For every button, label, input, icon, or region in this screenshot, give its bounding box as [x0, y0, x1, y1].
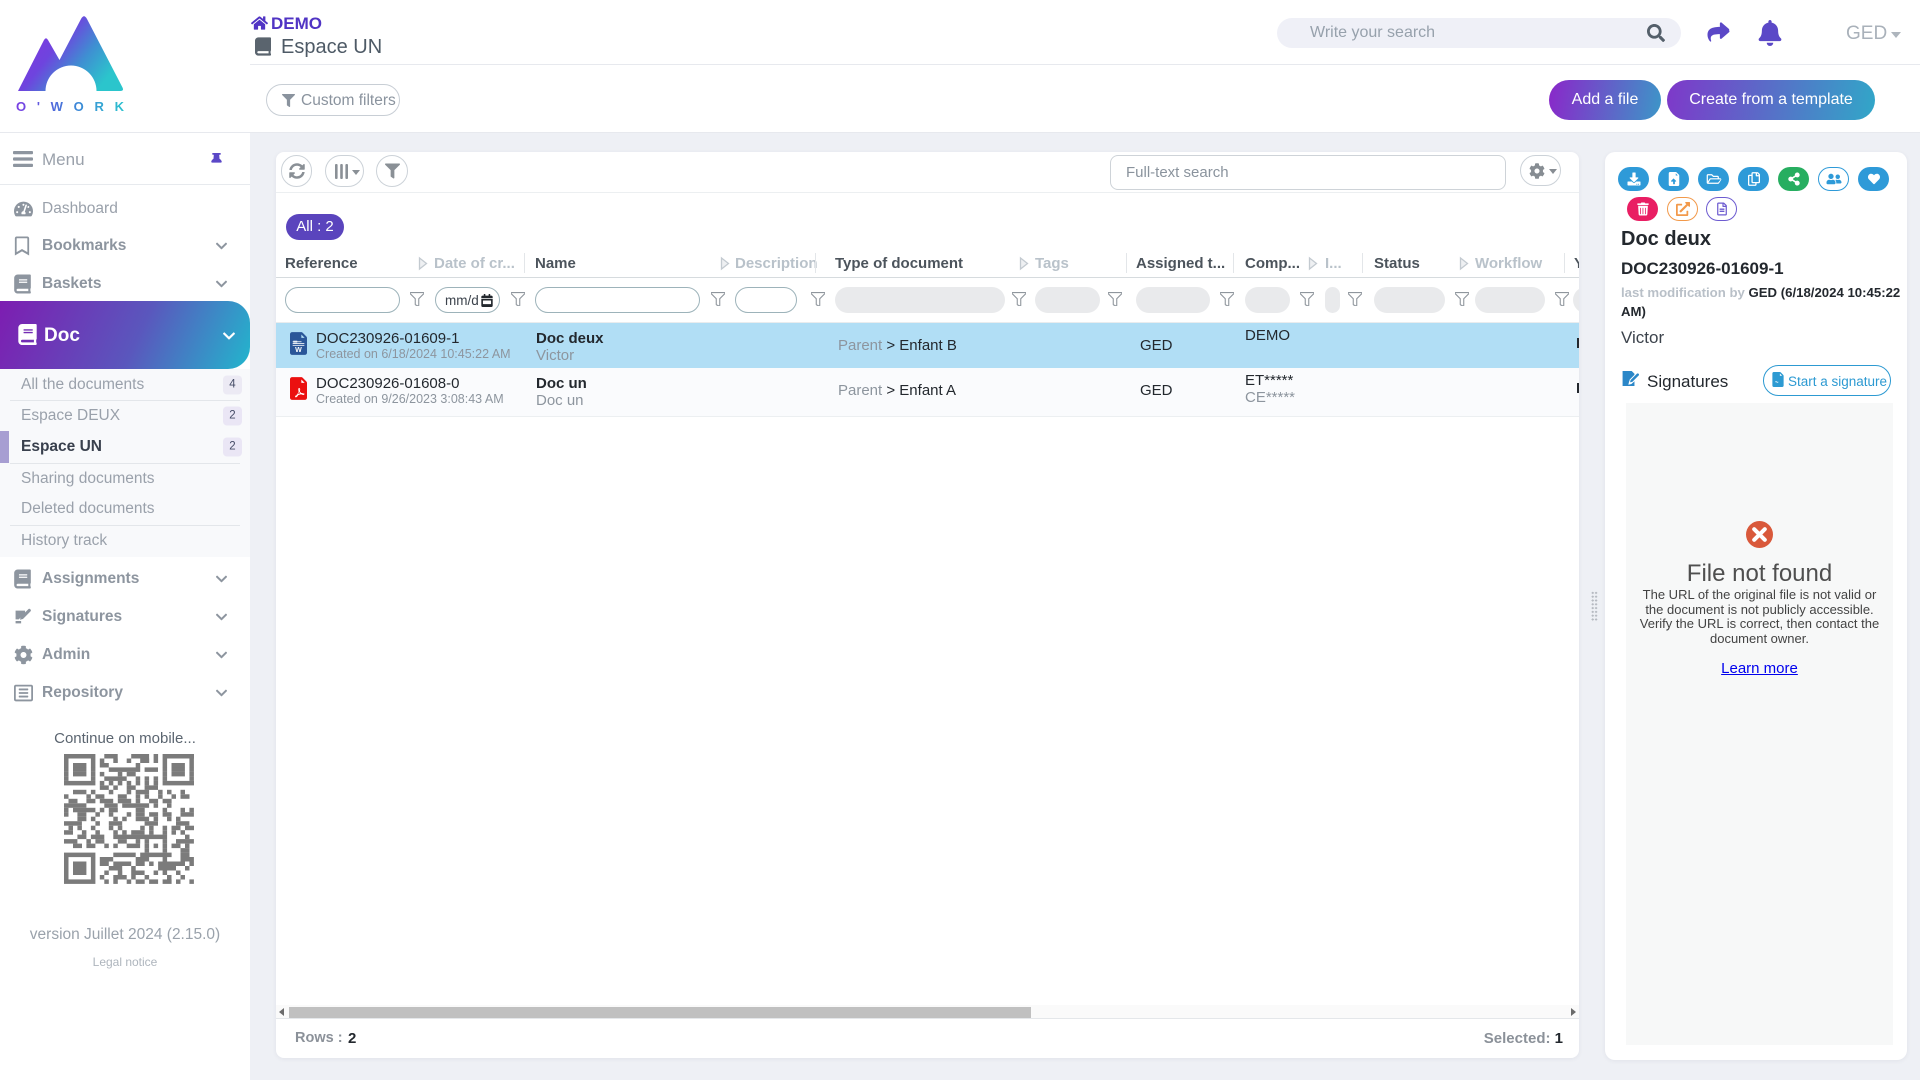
svg-text:W: W	[295, 346, 302, 354]
svg-text:O'WORK: O'WORK	[16, 99, 125, 114]
